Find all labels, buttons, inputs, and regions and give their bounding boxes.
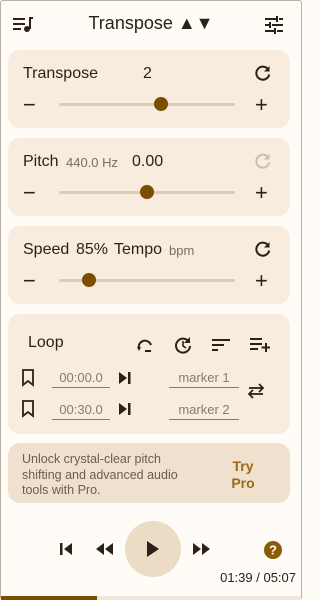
transpose-increase-button[interactable]: + [255,94,268,116]
marker-2-field[interactable]: marker 2 [169,402,239,420]
reset-icon[interactable] [252,150,274,172]
transpose-decrease-button[interactable]: − [23,94,36,116]
pitch-value: 0.00 [132,153,164,170]
speed-label: Speed [23,241,70,258]
marker-1-field[interactable]: marker 1 [169,370,239,388]
bookmark-icon[interactable] [18,399,38,419]
try-pro-button[interactable]: Try Pro [220,458,266,492]
svg-text:?: ? [269,543,277,558]
transpose-value: 2 [143,65,152,82]
top-bar: Transpose ▲▼ [0,0,302,50]
rewind-icon[interactable] [92,540,116,558]
help-icon[interactable]: ? [262,539,284,561]
playback-progress-fill [1,596,97,600]
promo-banner: Unlock crystal-clear pitch shifting and … [8,443,290,503]
fast-forward-icon[interactable] [190,540,214,558]
speed-slider-thumb[interactable] [81,273,96,287]
transpose-label: Transpose [23,65,98,82]
reset-icon[interactable] [252,238,274,260]
queue-music-icon[interactable] [10,14,36,36]
pitch-hz: 440.0 Hz [66,155,119,170]
playback-time: 01:39 / 05:07 [220,570,296,585]
loop-start-field[interactable]: 00:00.0 [52,370,110,388]
bookmark-icon[interactable] [18,368,38,388]
skip-previous-icon[interactable] [56,540,76,558]
pitch-card: Pitch 440.0 Hz 0.00 − + [8,138,290,216]
skip-next-icon[interactable] [116,368,134,388]
speed-decrease-button[interactable]: − [23,270,36,292]
loop-label: Loop [28,334,64,351]
loop-icon[interactable] [134,335,156,355]
bpm-label: bpm [169,243,195,258]
tune-icon[interactable] [262,14,286,36]
restart-icon[interactable] [172,334,194,356]
loop-card: Loop 00:00.0 marker 1 00:30.0 marker 2 [8,314,290,434]
swap-icon[interactable] [245,380,267,402]
speed-value: 85% [76,241,109,258]
playback-progress[interactable] [1,596,301,600]
pitch-label: Pitch [23,153,59,170]
transpose-card: Transpose 2 − + [8,50,290,128]
speed-increase-button[interactable]: + [255,270,268,292]
pitch-slider-thumb[interactable] [140,185,154,199]
pitch-decrease-button[interactable]: − [23,182,36,204]
pitch-increase-button[interactable]: + [255,182,268,204]
tempo-label: Tempo [114,241,163,258]
reset-icon[interactable] [252,62,274,84]
speed-card: Speed 85% Tempo bpm − + [8,226,290,304]
skip-next-icon[interactable] [116,399,134,419]
transpose-slider-thumb[interactable] [154,97,169,111]
sort-icon[interactable] [210,335,232,355]
play-icon [147,541,159,557]
transpose-slider-track[interactable] [59,103,235,106]
play-button[interactable] [125,521,181,577]
page-title[interactable]: Transpose ▲▼ [60,13,242,34]
loop-end-field[interactable]: 00:30.0 [52,402,110,420]
playlist-add-icon[interactable] [248,335,272,355]
promo-text: Unlock crystal-clear pitch shifting and … [22,452,178,497]
